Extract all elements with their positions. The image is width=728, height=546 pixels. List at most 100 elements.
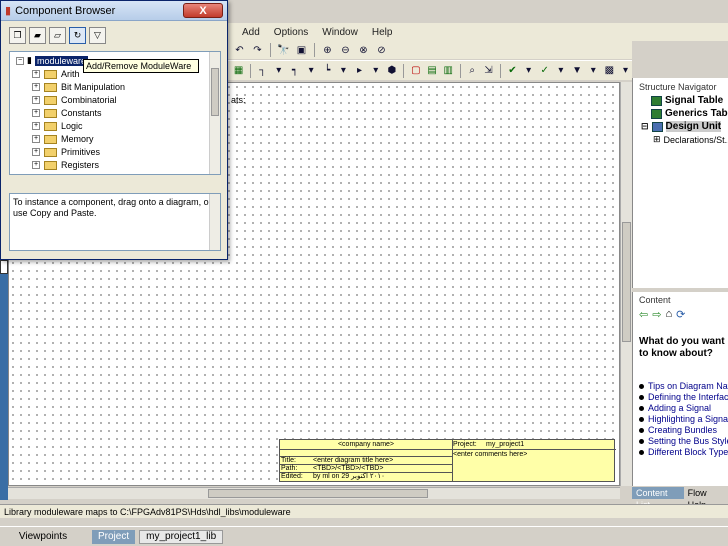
tree-item-library[interactable]: + Constants <box>32 108 102 118</box>
help-link[interactable]: Highlighting a Signal <box>639 414 728 424</box>
help-link-label: Different Block Types <box>648 447 728 457</box>
scroll-thumb[interactable] <box>208 489 428 498</box>
dropdown-arrow-icon[interactable]: ▾ <box>305 64 318 78</box>
expand-icon[interactable]: + <box>32 83 40 91</box>
add-component-icon[interactable]: ▤ <box>425 64 438 78</box>
expand-icon[interactable]: + <box>32 161 40 169</box>
library-tab[interactable]: my_project1_lib <box>139 529 224 544</box>
tree-item-library[interactable]: + Memory <box>32 134 94 144</box>
dock-handle[interactable] <box>0 260 8 274</box>
expand-icon[interactable]: + <box>32 135 40 143</box>
dropdown-arrow-icon[interactable]: ▾ <box>337 64 350 78</box>
filter-icon[interactable]: ▽ <box>89 27 106 44</box>
content-help-pane: Content ⇦ ⇨ ⌂ ⟳ What do you want to know… <box>632 292 728 486</box>
collapse-icon[interactable]: − <box>16 56 24 65</box>
generate-icon[interactable]: ✓ <box>538 64 551 78</box>
tab-flow-help[interactable]: Flow Help <box>684 487 728 510</box>
tree-item-library[interactable]: + Registers <box>32 160 99 170</box>
help-link[interactable]: Tips on Diagram Nav... <box>639 381 728 391</box>
library-icon[interactable]: ❐ <box>9 27 26 44</box>
add-connector-icon[interactable]: ⬢ <box>385 64 398 78</box>
zoom-in-icon[interactable]: ⊕ <box>320 43 335 57</box>
folder-icon <box>44 160 57 170</box>
expand-icon[interactable]: + <box>32 122 40 130</box>
scroll-thumb[interactable] <box>211 68 219 116</box>
tree-item-library[interactable]: + Primitives <box>32 147 100 157</box>
forward-arrow-icon[interactable]: ⇨ <box>652 308 661 321</box>
tree-item-design-unit[interactable]: ⊟ Design Unit <box>641 121 722 132</box>
bullet-icon <box>639 394 644 400</box>
expand-icon[interactable]: + <box>32 70 40 78</box>
zoom-out-icon[interactable]: ⊖ <box>338 43 353 57</box>
canvas-vertical-scrollbar[interactable] <box>620 82 632 486</box>
scroll-thumb[interactable] <box>622 222 631 342</box>
dropdown-arrow-icon[interactable]: ▾ <box>587 64 600 78</box>
add-port-icon[interactable]: ▸ <box>353 64 366 78</box>
add-frame-icon[interactable]: ▢ <box>409 64 422 78</box>
expand-icon[interactable]: + <box>32 148 40 156</box>
tree-root[interactable]: − ▮ moduleware <box>16 55 88 66</box>
help-link[interactable]: Adding a Signal <box>639 403 711 413</box>
properties-icon[interactable]: ▣ <box>294 43 309 57</box>
expand-icon[interactable]: + <box>32 109 40 117</box>
menu-add[interactable]: Add <box>242 27 260 38</box>
back-arrow-icon[interactable]: ⇦ <box>639 308 648 321</box>
books-icon[interactable]: ▰ <box>29 27 46 44</box>
zoom-area-icon[interactable]: ⊘ <box>374 43 389 57</box>
check-icon[interactable]: ✔ <box>506 64 519 78</box>
undo-icon[interactable]: ↶ <box>232 43 247 57</box>
expand-icon[interactable]: + <box>32 96 40 104</box>
tree-item-signal-table[interactable]: Signal Table <box>651 95 723 106</box>
tree-item-library[interactable]: + Arith <box>32 69 80 79</box>
close-button[interactable]: X <box>183 3 223 18</box>
menu-help[interactable]: Help <box>372 27 393 38</box>
tree-item-library[interactable]: + Logic <box>32 121 83 131</box>
add-signal-icon[interactable]: ┐ <box>256 64 269 78</box>
add-bundle-icon[interactable]: ┕ <box>321 64 334 78</box>
refresh-icon[interactable]: ⟳ <box>676 308 685 321</box>
menu-window[interactable]: Window <box>322 27 358 38</box>
toolbar-separator <box>499 63 501 78</box>
title-block-divider <box>280 449 616 450</box>
tree-item-library[interactable]: + Bit Manipulation <box>32 82 125 92</box>
book-icon[interactable]: ▱ <box>49 27 66 44</box>
viewpoints-tab[interactable]: Viewpoints <box>0 530 86 544</box>
help-link[interactable]: Defining the Interface <box>639 392 728 402</box>
find-icon[interactable]: 🔭 <box>276 43 291 57</box>
tree-scrollbar[interactable] <box>209 52 220 174</box>
folder-icon <box>44 147 57 157</box>
dropdown-arrow-icon[interactable]: ▾ <box>619 64 632 78</box>
simulate-icon[interactable]: ▼ <box>570 64 583 78</box>
browse-icon[interactable]: ⌕ <box>466 64 479 78</box>
component-browser-titlebar[interactable]: ▮ Component Browser X <box>1 1 227 21</box>
dropdown-arrow-icon[interactable]: ▾ <box>554 64 567 78</box>
help-link[interactable]: Different Block Types <box>639 447 728 457</box>
structure-navigator-pane: Structure Navigator Signal Table Generic… <box>632 78 728 288</box>
add-embedded-icon[interactable]: ▥ <box>442 64 455 78</box>
dropdown-arrow-icon[interactable]: ▾ <box>272 64 285 78</box>
tree-item-generics-table[interactable]: Generics Table <box>651 108 728 119</box>
help-link-label: Adding a Signal <box>648 403 712 413</box>
dropdown-arrow-icon[interactable]: ▾ <box>522 64 535 78</box>
add-remove-moduleware-icon[interactable]: ↻ <box>69 27 86 44</box>
zoom-fit-icon[interactable]: ⊗ <box>356 43 371 57</box>
help-link-label: Highlighting a Signal <box>648 414 728 424</box>
redo-icon[interactable]: ↷ <box>250 43 265 57</box>
tab-content-list[interactable]: Content List <box>632 487 684 510</box>
diagram-title-block[interactable]: <company name> Project: my_project1 <ent… <box>279 439 616 482</box>
description-scrollbar[interactable] <box>209 194 220 250</box>
menu-options[interactable]: Options <box>274 27 308 38</box>
dropdown-arrow-icon[interactable]: ▾ <box>369 64 382 78</box>
navigate-icon[interactable]: ⇲ <box>482 64 495 78</box>
tree-item-library[interactable]: + Combinatorial <box>32 95 117 105</box>
synthesize-icon[interactable]: ▩ <box>603 64 616 78</box>
add-bus-icon[interactable]: ┑ <box>288 64 301 78</box>
tree-item-label: Logic <box>61 121 83 131</box>
help-link[interactable]: Setting the Bus Style <box>639 436 728 446</box>
canvas-horizontal-scrollbar[interactable] <box>8 487 620 499</box>
add-block-icon[interactable]: ▦ <box>232 64 245 78</box>
project-tab[interactable]: Project <box>92 529 136 544</box>
help-link[interactable]: Creating Bundles <box>639 425 717 435</box>
home-icon[interactable]: ⌂ <box>665 308 672 321</box>
tree-item-declarations[interactable]: ⊞ Declarations/St... <box>653 134 728 145</box>
